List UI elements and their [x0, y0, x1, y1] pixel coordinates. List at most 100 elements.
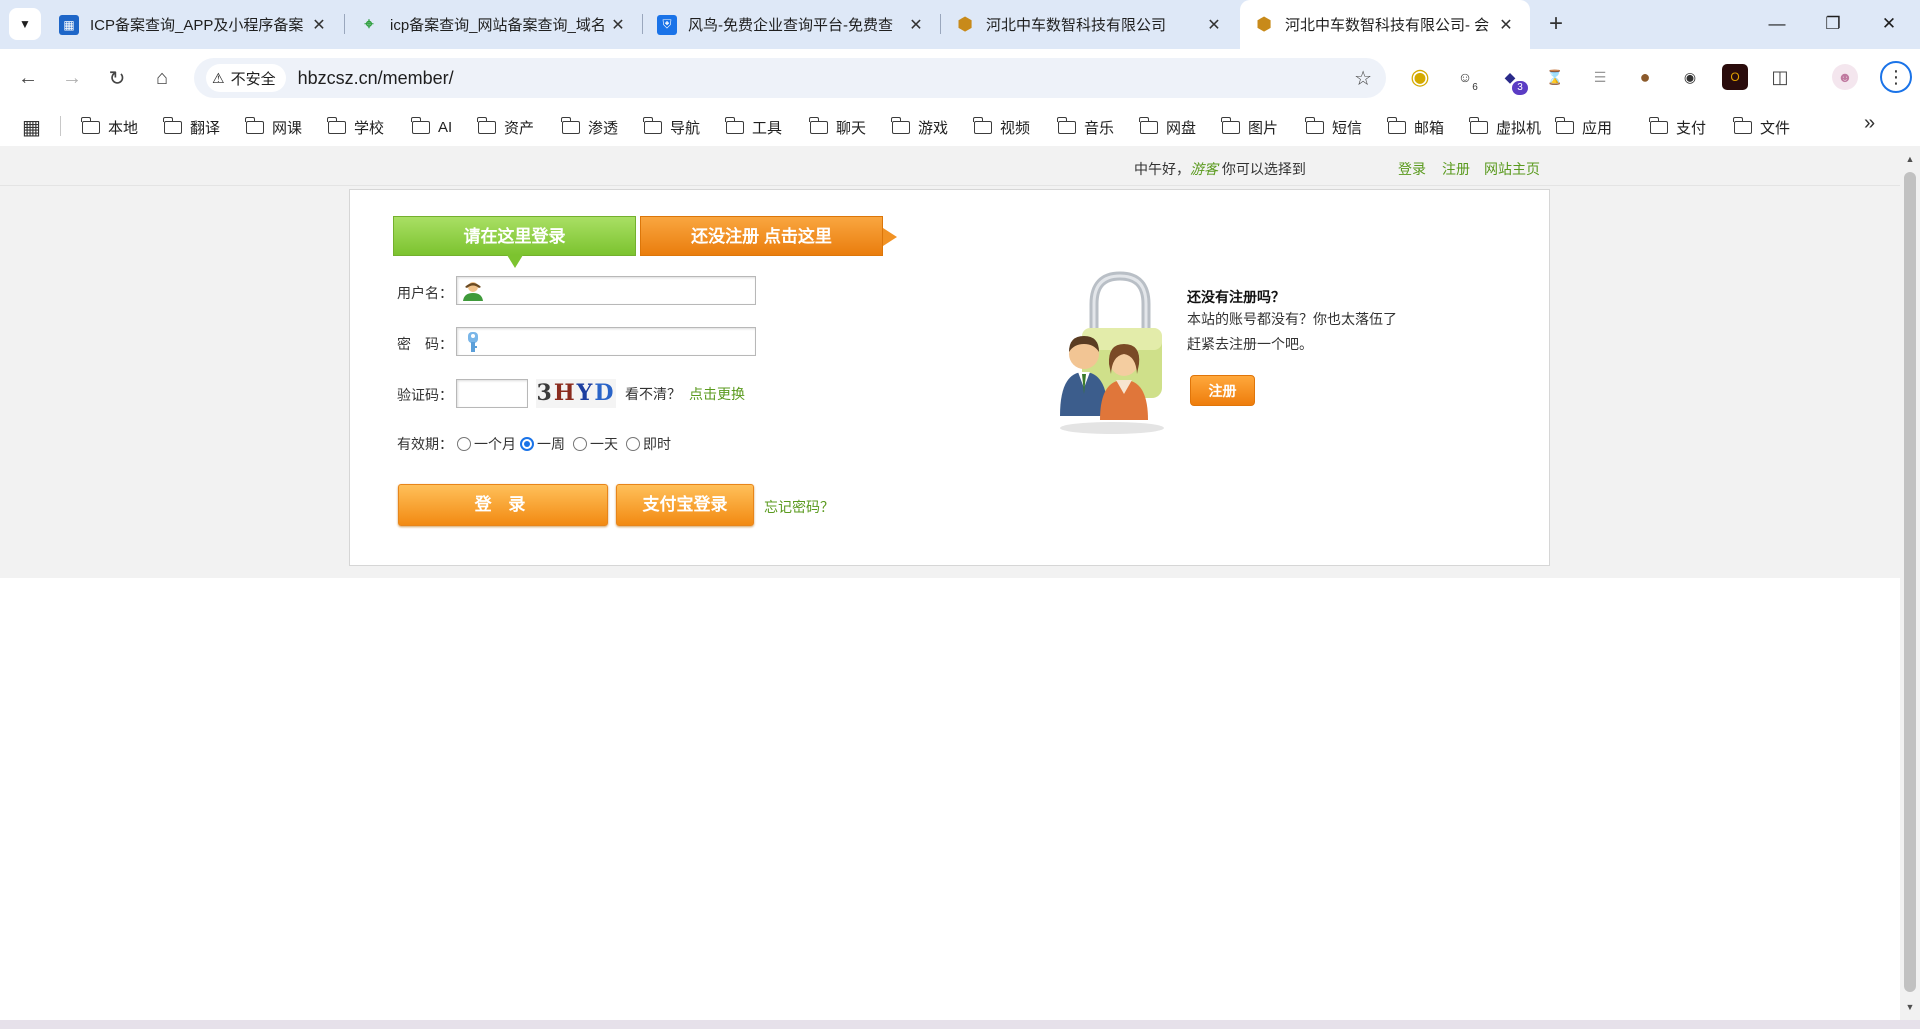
hourglass-extension-icon[interactable]: ⌛ — [1542, 64, 1568, 90]
username-input[interactable] — [456, 276, 756, 305]
bookmark-folder[interactable]: 聊天 — [809, 115, 866, 139]
login-button[interactable]: 登 录 — [398, 484, 608, 526]
bookmark-folder[interactable]: 网盘 — [1139, 115, 1196, 139]
close-tab-icon[interactable]: ✕ — [906, 15, 926, 35]
register-button[interactable]: 注册 — [1190, 375, 1255, 406]
close-tab-icon[interactable]: ✕ — [608, 15, 628, 35]
browser-tab-2[interactable]: ⌖ icp备案查询_网站备案查询_域名 ✕ — [345, 0, 642, 49]
security-chip[interactable]: ⚠ 不安全 — [206, 64, 286, 92]
validity-week-radio[interactable] — [520, 437, 534, 451]
user-icon — [463, 282, 483, 301]
cookie-extension-icon[interactable]: ● — [1632, 64, 1658, 90]
bookmark-folder[interactable]: 网课 — [245, 115, 302, 139]
o-extension-icon[interactable]: O — [1722, 64, 1748, 90]
captcha-label: 验证码： — [397, 387, 453, 403]
register-tab[interactable]: 还没注册 点击这里 — [640, 216, 897, 256]
bookmark-folder[interactable]: 支付 — [1649, 115, 1706, 139]
folder-icon — [245, 116, 264, 134]
browser-tab-1[interactable]: ▦ ICP备案查询_APP及小程序备案 ✕ — [45, 0, 343, 49]
captcha-input[interactable] — [456, 379, 528, 408]
bookmark-folder[interactable]: 工具 — [725, 115, 782, 139]
browser-tab-5-active[interactable]: ⬢ 河北中车数智科技有限公司- 会 ✕ — [1240, 0, 1530, 49]
captcha-image[interactable]: 3HYD — [536, 379, 616, 408]
puzzle-extension-icon[interactable]: ◫ — [1767, 64, 1793, 90]
validity-label: 有效期： — [397, 436, 453, 452]
folder-icon — [891, 116, 910, 134]
validity-now-radio[interactable] — [626, 437, 640, 451]
validity-month-radio[interactable] — [457, 437, 471, 451]
bookmark-folder[interactable]: 文件 — [1733, 115, 1790, 139]
bookmark-folder[interactable]: 图片 — [1221, 115, 1278, 139]
folder-icon — [163, 116, 182, 134]
site-home-link[interactable]: 网站主页 — [1484, 159, 1540, 179]
tab-search-button[interactable]: ▼ — [9, 8, 41, 40]
bookmark-label: 导航 — [670, 119, 701, 137]
bookmark-folder[interactable]: 资产 — [477, 115, 534, 139]
bookmark-folder[interactable]: 游戏 — [891, 115, 948, 139]
bookmark-label: 学校 — [354, 119, 385, 137]
validity-day-radio[interactable] — [573, 437, 587, 451]
tab-title: icp备案查询_网站备案查询_域名 — [390, 17, 606, 34]
apps-grid-icon[interactable]: ▦ — [22, 115, 41, 140]
password-input[interactable] — [456, 327, 756, 356]
back-button[interactable]: ← — [12, 62, 44, 94]
browser-tab-3[interactable]: ⛨ 风鸟-免费企业查询平台-免费查 ✕ — [643, 0, 940, 49]
close-tab-icon[interactable]: ✕ — [1204, 15, 1224, 35]
cant-see-text: 看不清？ — [625, 386, 681, 402]
profile-avatar-icon[interactable]: ☻ — [1832, 64, 1858, 90]
minimize-button[interactable]: — — [1754, 8, 1800, 40]
browser-tab-4[interactable]: ⬢ 河北中车数智科技有限公司 ✕ — [941, 0, 1238, 49]
forward-button[interactable]: → — [56, 62, 88, 94]
folder-icon — [1469, 116, 1488, 134]
close-tab-icon[interactable]: ✕ — [1496, 15, 1516, 35]
scroll-down-icon[interactable]: ▼ — [1900, 998, 1920, 1016]
new-tab-button[interactable]: + — [1541, 10, 1571, 40]
bookmark-folder[interactable]: 音乐 — [1057, 115, 1114, 139]
bookmark-folder[interactable]: 渗透 — [561, 115, 619, 139]
top-login-link[interactable]: 登录 — [1398, 159, 1426, 179]
bookmark-folder[interactable]: 视频 — [973, 115, 1031, 139]
refresh-captcha-link[interactable]: 点击更换 — [689, 384, 745, 404]
lock-users-illustration — [1060, 271, 1164, 434]
bookmark-star-icon[interactable]: ☆ — [1354, 66, 1372, 91]
top-register-link[interactable]: 注册 — [1442, 159, 1470, 179]
bookmark-folder[interactable]: 邮箱 — [1387, 115, 1444, 139]
bookmark-folder[interactable]: 学校 — [327, 115, 385, 139]
restore-button[interactable]: ❐ — [1810, 8, 1856, 40]
folder-icon — [1555, 116, 1574, 134]
alipay-login-button[interactable]: 支付宝登录 — [616, 484, 754, 526]
security-label: 不安全 — [230, 70, 276, 88]
browser-toolbar: ← → ↻ ⌂ ⚠ 不安全 hbzcsz.cn/member/ ☆ ◉ ☺ 6 ◆… — [0, 49, 1920, 106]
bookmark-folder[interactable]: 翻译 — [163, 115, 220, 139]
cap-extension-icon[interactable]: ◆ 3 — [1497, 64, 1528, 95]
bookmark-folder[interactable]: 短信 — [1305, 115, 1362, 139]
bookmark-folder[interactable]: AI — [411, 115, 453, 139]
shield-icon: ⛨ — [657, 14, 677, 35]
bookmark-folder[interactable]: 本地 — [81, 115, 138, 139]
bookmark-folder[interactable]: 导航 — [643, 115, 701, 139]
ring-extension-icon[interactable]: ◉ — [1407, 64, 1433, 90]
bars-extension-icon[interactable]: ☰ — [1587, 64, 1613, 90]
scroll-up-icon[interactable]: ▲ — [1900, 150, 1920, 168]
panda-extension-icon[interactable]: ☺ 6 — [1452, 64, 1478, 93]
page-scrollbar[interactable]: ▲ ▼ — [1900, 146, 1920, 1020]
menu-kebab-icon[interactable]: ⋮ — [1880, 61, 1912, 93]
url-text[interactable]: hbzcsz.cn/member/ — [298, 68, 454, 89]
more-bookmarks-icon[interactable]: » — [1864, 112, 1875, 135]
home-button[interactable]: ⌂ — [146, 62, 178, 94]
bookmark-label: 视频 — [1000, 119, 1031, 137]
tab-title: ICP备案查询_APP及小程序备案 — [90, 17, 304, 34]
bookmark-folder[interactable]: 虚拟机 — [1469, 115, 1541, 139]
bookmark-label: 渗透 — [588, 119, 619, 137]
forgot-password-link[interactable]: 忘记密码？ — [764, 497, 834, 517]
close-tab-icon[interactable]: ✕ — [309, 15, 329, 35]
hat-extension-icon[interactable]: ◉ — [1677, 64, 1703, 90]
close-window-button[interactable]: ✕ — [1866, 8, 1912, 40]
register-prompt-line2: 赶紧去注册一个吧。 — [1187, 336, 1313, 352]
reload-button[interactable]: ↻ — [101, 62, 133, 94]
scroll-thumb[interactable] — [1904, 172, 1916, 992]
login-tab[interactable]: 请在这里登录 — [393, 216, 636, 268]
bookmark-label: AI — [438, 118, 453, 136]
address-bar[interactable]: ⚠ 不安全 hbzcsz.cn/member/ ☆ — [194, 58, 1386, 98]
bookmark-folder[interactable]: 应用 — [1555, 115, 1612, 139]
